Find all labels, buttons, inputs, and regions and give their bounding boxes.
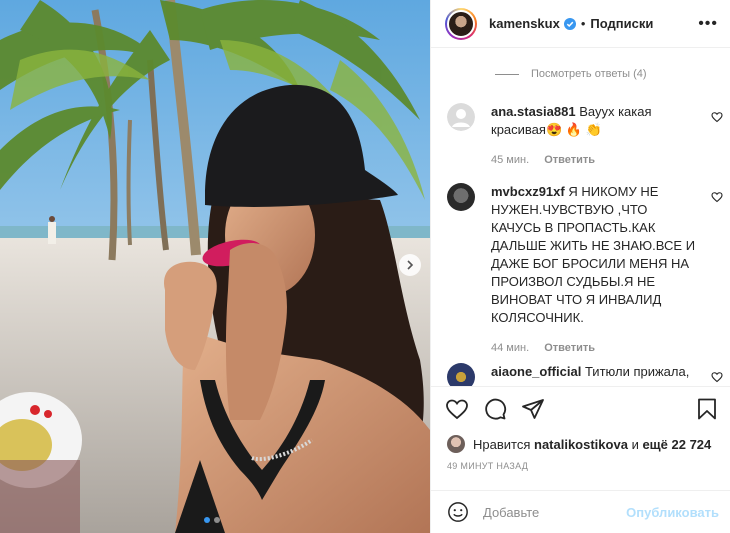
post-actions: Нравится natalikostikova и ещё 22 724 49… (431, 386, 730, 471)
next-slide-button[interactable] (399, 254, 421, 276)
comment-username[interactable]: ana.stasia881 (491, 104, 576, 119)
comment-text: Титюли прижала, (584, 364, 690, 379)
likes-connector: и (631, 436, 639, 452)
post-photo[interactable] (0, 0, 430, 533)
comment-username[interactable]: aiaone_official (491, 364, 581, 379)
bookmark-icon[interactable] (695, 397, 719, 421)
more-options-icon[interactable]: ••• (698, 15, 718, 33)
carousel-dot (214, 517, 220, 523)
comment-avatar[interactable] (447, 103, 475, 131)
author-username[interactable]: kamenskux (489, 16, 560, 31)
header-separator: • (580, 16, 586, 31)
comment-time[interactable]: 45 мин. (491, 154, 529, 166)
chevron-right-icon (407, 260, 414, 270)
comment-avatar[interactable] (447, 363, 475, 386)
liker-username[interactable]: natalikostikova (534, 437, 628, 452)
default-avatar-icon (447, 103, 475, 131)
publish-button[interactable]: Опубликовать (626, 505, 719, 520)
emoji-icon[interactable] (447, 501, 469, 523)
verified-icon (563, 17, 576, 30)
photo-scene (0, 0, 430, 533)
comment-avatar[interactable] (447, 183, 475, 211)
like-comment-heart-icon[interactable] (711, 191, 723, 203)
reply-button[interactable]: Ответить (544, 342, 595, 354)
action-icons-row (431, 387, 730, 431)
comment-username[interactable]: mvbcxz91xf (491, 184, 565, 199)
reply-button[interactable]: Ответить (544, 154, 595, 166)
author-avatar[interactable] (445, 7, 477, 40)
post-timestamp[interactable]: 49 МИНУТ НАЗАД (431, 457, 730, 471)
following-button[interactable]: Подписки (590, 16, 653, 31)
comment-input[interactable]: Добавьте (483, 505, 626, 520)
post-header: kamenskux • Подписки ••• (431, 0, 730, 48)
comment-composer: Добавьте Опубликовать (431, 490, 730, 533)
post-sidebar: kamenskux • Подписки ••• Посмотреть отве… (430, 0, 730, 533)
liker-avatar (447, 435, 465, 453)
like-comment-heart-icon[interactable] (711, 111, 723, 123)
view-replies-button[interactable]: Посмотреть ответы (4) (495, 68, 730, 80)
view-replies-label: Посмотреть ответы (4) (531, 68, 647, 80)
like-heart-icon[interactable] (445, 397, 469, 421)
comment-time[interactable]: 44 мин. (491, 342, 529, 354)
share-icon[interactable] (521, 397, 545, 421)
comment-text: Я НИКОМУ НЕ НУЖЕН.ЧУВСТВУЮ ,ЧТО КАЧУСЬ В… (491, 184, 696, 325)
comments-list[interactable]: Посмотреть ответы (4) ana.stasia881 Вауу… (431, 49, 730, 386)
likes-count[interactable]: ещё 22 724 (642, 437, 711, 452)
replies-divider (495, 73, 519, 75)
likes-summary[interactable]: Нравится natalikostikova и ещё 22 724 (431, 431, 730, 457)
carousel-indicators (204, 517, 220, 523)
likes-prefix: Нравится (473, 436, 531, 452)
like-comment-heart-icon[interactable] (711, 371, 723, 383)
comment-icon[interactable] (483, 397, 507, 421)
carousel-dot-active (204, 517, 210, 523)
